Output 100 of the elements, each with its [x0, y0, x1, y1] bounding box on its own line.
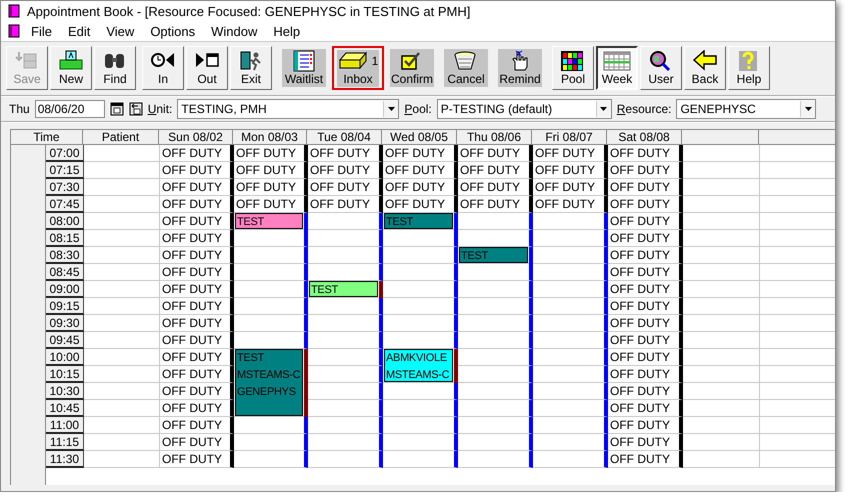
schedule-cell[interactable]: OFF DUTY [160, 196, 234, 213]
schedule-cell[interactable] [234, 264, 308, 281]
column-header[interactable]: Mon 08/03 [233, 130, 307, 145]
schedule-cell[interactable] [533, 281, 608, 298]
schedule-cell[interactable]: OFF DUTY [234, 162, 308, 179]
pool-dropdown[interactable]: P-TESTING (default) [436, 99, 612, 119]
schedule-cell[interactable]: OFF DUTY [383, 145, 458, 162]
schedule-cell[interactable]: OFF DUTY [608, 196, 683, 213]
toolbar-button[interactable]: In [142, 46, 184, 90]
schedule-cell[interactable] [308, 315, 383, 332]
patient-cell[interactable] [84, 434, 160, 451]
schedule-cell[interactable] [458, 315, 533, 332]
schedule-cell[interactable]: OFF DUTY [608, 247, 683, 264]
schedule-cell[interactable] [383, 417, 458, 434]
schedule-cell[interactable]: OFF DUTY [383, 162, 458, 179]
schedule-cell[interactable] [458, 383, 533, 400]
schedule-cell[interactable]: OFF DUTY [458, 196, 533, 213]
schedule-cell[interactable] [533, 213, 608, 230]
schedule-cell[interactable] [308, 383, 383, 400]
schedule-cell[interactable]: OFF DUTY [608, 332, 683, 349]
schedule-cell[interactable]: OFF DUTY [608, 145, 683, 162]
schedule-cell[interactable] [308, 451, 383, 468]
unit-dropdown[interactable]: TESTING, PMH [177, 99, 400, 119]
schedule-cell[interactable] [383, 451, 458, 468]
schedule-cell[interactable]: OFF DUTY [533, 162, 608, 179]
schedule-cell[interactable] [383, 298, 458, 315]
schedule-cell[interactable]: OFF DUTY [160, 179, 234, 196]
schedule-cell[interactable]: OFF DUTY [608, 434, 683, 451]
date-field[interactable]: 08/06/20 [34, 100, 105, 118]
schedule-cell[interactable]: OFF DUTY [383, 179, 458, 196]
schedule-cell[interactable] [308, 247, 383, 264]
schedule-cell[interactable] [458, 298, 533, 315]
schedule-cell[interactable] [383, 264, 458, 281]
patient-cell[interactable] [84, 332, 160, 349]
schedule-cell[interactable] [308, 298, 383, 315]
schedule-cell[interactable]: OFF DUTY [608, 264, 683, 281]
schedule-cell[interactable] [458, 434, 533, 451]
schedule-cell[interactable] [533, 264, 608, 281]
schedule-cell[interactable] [458, 417, 533, 434]
column-header[interactable]: Time [11, 130, 83, 145]
schedule-cell[interactable] [533, 230, 608, 247]
schedule-cell[interactable] [458, 332, 533, 349]
patient-cell[interactable] [84, 162, 160, 179]
patient-cell[interactable] [84, 281, 160, 298]
schedule-cell[interactable] [383, 434, 458, 451]
menu-item[interactable]: Window [203, 24, 266, 38]
schedule-cell[interactable] [234, 434, 308, 451]
column-header[interactable]: Wed 08/05 [382, 130, 457, 145]
menu-item[interactable]: Options [142, 24, 204, 38]
schedule-cell[interactable]: OFF DUTY [160, 434, 234, 451]
schedule-cell[interactable]: OFF DUTY [608, 230, 683, 247]
schedule-cell[interactable] [533, 400, 608, 417]
menu-item[interactable]: Edit [60, 24, 98, 38]
schedule-cell[interactable] [458, 400, 533, 417]
schedule-cell[interactable]: OFF DUTY [458, 179, 533, 196]
schedule-cell[interactable] [308, 434, 383, 451]
schedule-cell[interactable] [234, 230, 308, 247]
schedule-cell[interactable] [533, 383, 608, 400]
schedule-cell[interactable]: OFF DUTY [608, 213, 683, 230]
toolbar-button[interactable]: Back [684, 46, 726, 90]
patient-cell[interactable] [84, 383, 160, 400]
schedule-cell[interactable]: OFF DUTY [608, 400, 683, 417]
toolbar-button[interactable]: Week [596, 46, 638, 90]
patient-cell[interactable] [84, 417, 160, 434]
schedule-cell[interactable]: OFF DUTY [160, 281, 234, 298]
toolbar-button[interactable]: User [640, 46, 682, 90]
schedule-cell[interactable]: OFF DUTY [608, 451, 683, 468]
schedule-cell[interactable]: OFF DUTY [160, 332, 234, 349]
patient-cell[interactable] [84, 451, 160, 468]
column-header[interactable]: Sun 08/02 [159, 130, 233, 145]
schedule-cell[interactable]: OFF DUTY [160, 247, 234, 264]
schedule-cell[interactable] [458, 349, 533, 366]
toolbar-button[interactable]: Exit [230, 46, 272, 90]
column-header[interactable]: Thu 08/06 [457, 130, 532, 145]
schedule-cell[interactable] [234, 451, 308, 468]
schedule-cell[interactable]: OFF DUTY [308, 162, 383, 179]
schedule-cell[interactable] [308, 417, 383, 434]
schedule-cell[interactable]: OFF DUTY [533, 145, 608, 162]
resource-dropdown[interactable]: GENEPHYSC [676, 99, 816, 119]
schedule-cell[interactable] [533, 366, 608, 383]
schedule-cell[interactable] [458, 281, 533, 298]
toolbar-button[interactable]: 1 Inbox [332, 46, 384, 90]
schedule-cell[interactable] [234, 247, 308, 264]
schedule-cell[interactable]: OFF DUTY [608, 349, 683, 366]
schedule-cell[interactable]: OFF DUTY [160, 264, 234, 281]
schedule-cell[interactable]: OFF DUTY [160, 315, 234, 332]
toolbar-button[interactable]: New [50, 46, 92, 90]
patient-cell[interactable] [84, 145, 160, 162]
patient-cell[interactable] [84, 349, 160, 366]
schedule-cell[interactable] [308, 230, 383, 247]
schedule-cell[interactable] [383, 315, 458, 332]
column-header[interactable]: Fri 08/07 [532, 130, 607, 145]
patient-cell[interactable] [84, 196, 160, 213]
patient-cell[interactable] [84, 247, 160, 264]
schedule-cell[interactable]: OFF DUTY [608, 315, 683, 332]
schedule-cell[interactable] [383, 383, 458, 400]
patient-cell[interactable] [84, 213, 160, 230]
patient-cell[interactable] [84, 315, 160, 332]
schedule-cell[interactable] [308, 400, 383, 417]
schedule-cell[interactable] [533, 349, 608, 366]
